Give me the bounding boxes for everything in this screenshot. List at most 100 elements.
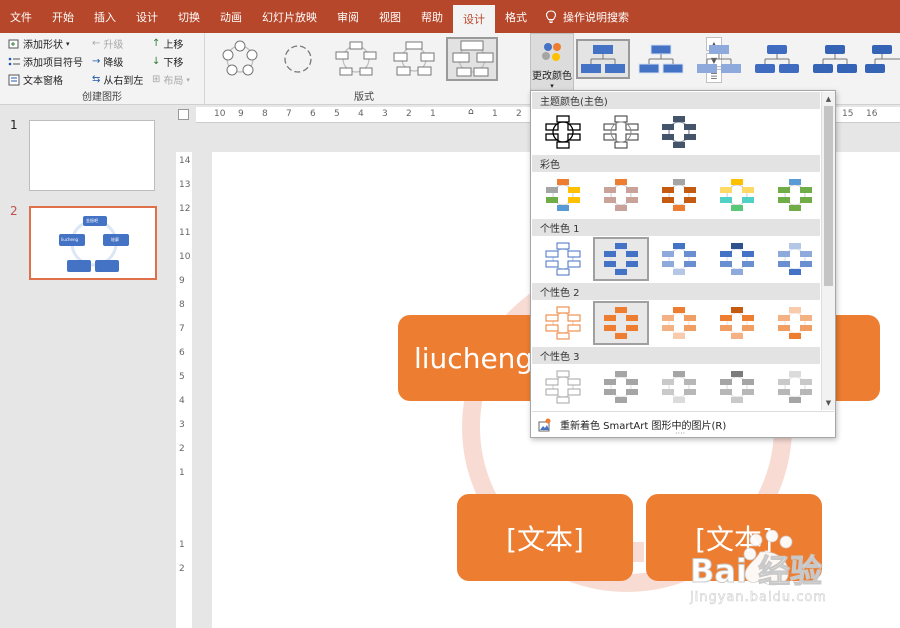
color-option-accent2-1[interactable] <box>535 301 591 345</box>
ruler-mark: 5 <box>334 109 340 119</box>
layout-button[interactable]: ⊞ 布局 ▾ <box>152 72 190 87</box>
text-pane-button[interactable]: 文本窗格 <box>8 72 63 87</box>
color-option-primary-1[interactable] <box>535 110 591 154</box>
move-up-button[interactable]: ↑ 上移 <box>152 36 183 51</box>
add-shape-label: 添加形状 <box>23 40 63 51</box>
text-pane-icon <box>8 74 20 85</box>
tab-transitions[interactable]: 切换 <box>168 0 210 33</box>
style-thumb-5[interactable] <box>808 39 862 79</box>
vertical-ruler[interactable]: 14 13 12 11 10 9 8 7 6 5 4 3 2 1 1 2 <box>176 152 192 628</box>
color-option-colorful-5[interactable] <box>767 173 823 217</box>
color-option-accent2-3[interactable] <box>651 301 707 345</box>
arrow-up-icon: ↑ <box>152 38 161 49</box>
demote-button[interactable]: → 降级 <box>92 54 123 69</box>
tell-me-search[interactable]: 操作说明搜索 <box>545 0 629 33</box>
scroll-up-button[interactable]: ▲ <box>822 92 835 105</box>
layout-thumb-basic-cycle[interactable] <box>214 37 266 81</box>
right-to-left-button[interactable]: ⇆ 从右到左 <box>92 72 143 87</box>
tab-slideshow[interactable]: 幻灯片放映 <box>252 0 327 33</box>
ruler-mark: 1 <box>430 109 436 119</box>
promote-button[interactable]: ← 升级 <box>92 36 123 51</box>
layout-thumb-block-cycle[interactable] <box>330 37 382 81</box>
tab-design[interactable]: 设计 <box>126 0 168 33</box>
color-option-accent1-3[interactable] <box>651 237 707 281</box>
ruler-mark: 10 <box>214 109 226 119</box>
scrollbar-thumb[interactable] <box>824 106 833 286</box>
ruler-mark: 2 <box>179 564 185 574</box>
ruler-mark: 9 <box>179 276 185 286</box>
move-down-button[interactable]: ↓ 下移 <box>152 54 183 69</box>
section-header-accent-2: 个性色 2 <box>532 283 820 300</box>
tab-review[interactable]: 审阅 <box>327 0 369 33</box>
color-option-accent2-4[interactable] <box>709 301 765 345</box>
style-thumb-2[interactable] <box>634 39 688 79</box>
slide-thumbnail-1[interactable] <box>29 120 155 191</box>
lightbulb-icon <box>545 9 557 23</box>
right-to-left-label: 从右到左 <box>103 76 144 87</box>
recolor-pictures-label: 重新着色 SmartArt 图形中的图片(R) <box>560 421 727 432</box>
resize-grip[interactable]: ···· <box>675 430 685 438</box>
smartart-shape-bottom-left[interactable]: [文本] <box>457 494 633 581</box>
smartart-shape-text: [文本] <box>506 522 584 556</box>
section-header-accent-1: 个性色 1 <box>532 219 820 236</box>
add-bullet-label: 添加项目符号 <box>23 58 83 69</box>
color-option-primary-2[interactable] <box>593 110 649 154</box>
tab-stop-selector[interactable] <box>178 109 189 120</box>
color-option-accent1-1[interactable] <box>535 237 591 281</box>
color-option-accent1-2[interactable] <box>593 237 649 281</box>
color-option-primary-3[interactable] <box>651 110 707 154</box>
scroll-down-button[interactable]: ▼ <box>822 396 835 409</box>
layout-thumb-nondirectional-cycle[interactable] <box>446 37 498 81</box>
slide-thumbnail-2[interactable]: 金振吧 liucheng 轮廓 <box>29 206 157 280</box>
baidu-watermark: Bai 经验 jingyan.baidu.com <box>689 529 890 625</box>
color-option-colorful-1[interactable] <box>535 173 591 217</box>
tab-help[interactable]: 帮助 <box>411 0 453 33</box>
color-option-accent3-3[interactable] <box>651 365 707 409</box>
ruler-mark: 13 <box>179 180 191 190</box>
arrow-right-icon: → <box>92 56 101 67</box>
color-option-accent2-2[interactable] <box>593 301 649 345</box>
color-option-colorful-4[interactable] <box>709 173 765 217</box>
ruler-mark: 7 <box>286 109 292 119</box>
ruler-mark: 1 <box>179 540 185 550</box>
section-header-accent-3: 个性色 3 <box>532 347 820 364</box>
tab-file[interactable]: 文件 <box>0 0 42 33</box>
tab-format[interactable]: 格式 <box>495 0 537 33</box>
watermark-brand: Bai 经验 <box>689 552 823 591</box>
ruler-mark: 11 <box>179 228 191 238</box>
ruler-mark: 4 <box>358 109 364 119</box>
style-thumb-4[interactable] <box>750 39 804 79</box>
ruler-mark: 6 <box>179 348 185 358</box>
dropdown-scrollbar[interactable]: ▲ ▼ <box>821 92 835 410</box>
tab-view[interactable]: 视图 <box>369 0 411 33</box>
color-option-accent3-2[interactable] <box>593 365 649 409</box>
thumb-label-right: 轮廓 <box>111 237 119 242</box>
ruler-mark: 10 <box>179 252 191 262</box>
chevron-down-icon: ▾ <box>186 75 190 84</box>
layout-thumb-segmented-cycle[interactable] <box>388 37 440 81</box>
add-shape-button[interactable]: 添加形状 ▾ <box>8 36 70 51</box>
tab-home[interactable]: 开始 <box>42 0 84 33</box>
ruler-mark: 15 <box>842 109 854 119</box>
color-option-accent2-5[interactable] <box>767 301 823 345</box>
color-option-accent3-4[interactable] <box>709 365 765 409</box>
style-thumb-6[interactable] <box>862 39 900 79</box>
style-thumb-3[interactable] <box>692 39 746 79</box>
smartart-connector <box>632 542 644 562</box>
color-option-accent3-5[interactable] <box>767 365 823 409</box>
tab-insert[interactable]: 插入 <box>84 0 126 33</box>
color-option-colorful-3[interactable] <box>651 173 707 217</box>
style-thumb-1[interactable] <box>576 39 630 79</box>
add-bullet-button[interactable]: 添加项目符号 <box>8 54 83 69</box>
slide-number: 2 <box>10 204 18 218</box>
recolor-picture-icon <box>538 418 551 431</box>
color-option-accent1-5[interactable] <box>767 237 823 281</box>
ruler-indent-marker[interactable]: ⌂ <box>468 107 474 117</box>
color-option-colorful-2[interactable] <box>593 173 649 217</box>
layout-thumb-text-cycle[interactable] <box>272 37 324 81</box>
layouts-gallery: ▲ ▼ ☰ 版式 <box>206 33 722 105</box>
color-option-accent3-1[interactable] <box>535 365 591 409</box>
tab-smartart-design[interactable]: 设计 <box>453 5 495 33</box>
tab-animations[interactable]: 动画 <box>210 0 252 33</box>
color-option-accent1-4[interactable] <box>709 237 765 281</box>
